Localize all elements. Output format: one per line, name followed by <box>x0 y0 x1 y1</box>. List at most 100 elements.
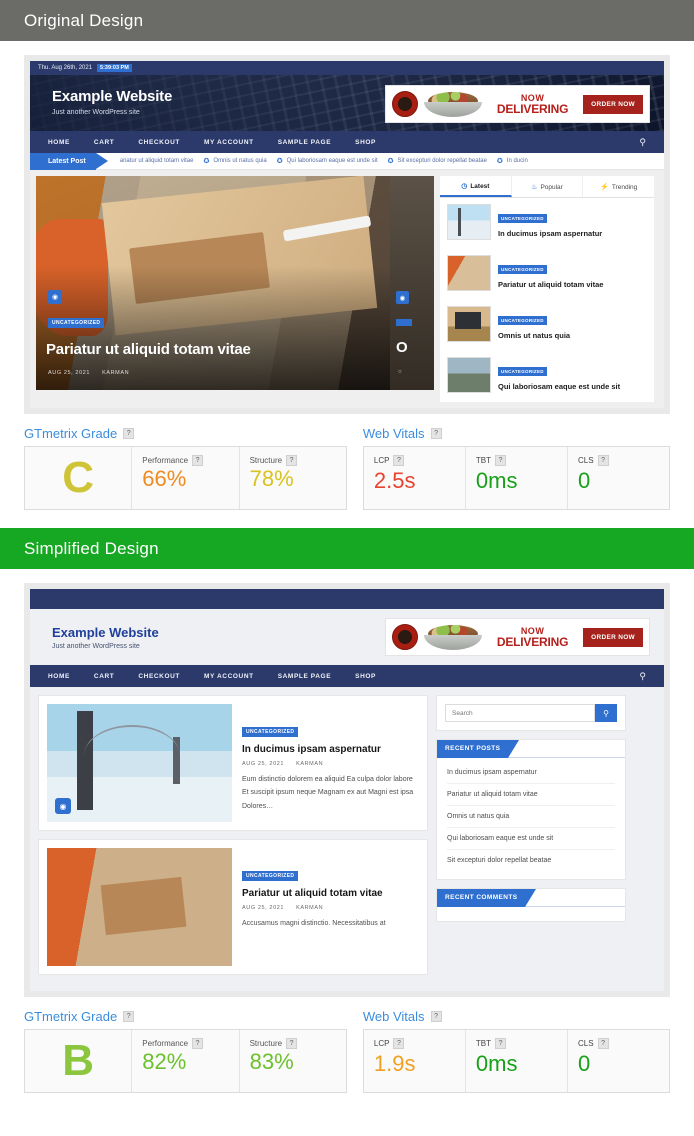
order-now-button[interactable]: ORDER NOW <box>583 94 643 114</box>
post-title[interactable]: Qui laboriosam eaque est unde sit <box>498 382 620 391</box>
camera-icon: ◉ <box>396 291 409 304</box>
post-excerpt: Eum distinctio dolorem ea aliquid Ea cul… <box>242 776 414 810</box>
help-icon[interactable]: ? <box>393 455 405 466</box>
help-icon[interactable]: ? <box>123 428 135 439</box>
list-item[interactable]: UNCATEGORIZED Qui laboriosam eaque est u… <box>440 351 654 399</box>
ticker-item-label: In ducin <box>506 158 528 164</box>
tab-popular[interactable]: ♨ Popular <box>512 176 584 197</box>
comparison-page: Original Design Thu. Aug 26th, 2021 5:39… <box>0 0 694 1136</box>
nav-item-sample-page[interactable]: SAMPLE PAGE <box>278 139 331 146</box>
help-icon[interactable]: ? <box>192 455 204 466</box>
search-icon[interactable]: ⚲ <box>639 671 646 682</box>
post-thumbnail[interactable]: ◉ <box>47 704 232 822</box>
help-icon[interactable]: ? <box>495 455 507 466</box>
post-category-badge[interactable]: UNCATEGORIZED <box>498 315 547 325</box>
list-item[interactable]: Qui laboriosam eaque est unde sit <box>447 828 615 850</box>
hero-title[interactable]: Pariatur ut aliquid totam vitae <box>46 341 251 358</box>
help-icon[interactable]: ? <box>597 455 609 466</box>
list-item[interactable]: Sit excepturi dolor repellat beatae <box>447 850 615 871</box>
featured-post-slider[interactable]: ◉ UNCATEGORIZED Pariatur ut aliquid tota… <box>36 176 434 390</box>
ticker-item[interactable]: ✪ In ducin <box>497 157 528 165</box>
list-item[interactable]: UNCATEGORIZED Pariatur ut aliquid totam … <box>440 249 654 297</box>
performance-value: 66% <box>142 466 187 491</box>
next-slide-preview[interactable]: ◉ O ○ <box>390 176 434 390</box>
post-title[interactable]: In ducimus ipsam aspernatur <box>498 229 602 238</box>
hero-category-badge[interactable]: UNCATEGORIZED <box>48 318 105 328</box>
nav-item-my-account[interactable]: MY ACCOUNT <box>204 139 254 146</box>
structure-value: 83% <box>249 1049 294 1074</box>
site-branding[interactable]: Example Website Just another WordPress s… <box>52 88 172 115</box>
current-date: Thu. Aug 26th, 2021 <box>38 65 93 71</box>
ticker-item-label: Omnis ut natus quia <box>213 158 267 164</box>
post-title[interactable]: Pariatur ut aliquid totam vitae <box>498 280 603 289</box>
recent-posts-list: In ducimus ipsam aspernatur Pariatur ut … <box>437 758 625 879</box>
original-screenshot-frame: Thu. Aug 26th, 2021 5:39:03 PM Example W… <box>24 55 670 414</box>
nav-item-cart[interactable]: CART <box>94 139 114 146</box>
help-icon[interactable]: ? <box>430 1011 442 1022</box>
help-icon[interactable]: ? <box>123 1011 135 1022</box>
post-card[interactable]: UNCATEGORIZED Pariatur ut aliquid totam … <box>38 839 428 975</box>
advertisement-banner[interactable]: NOW DELIVERING ORDER NOW <box>385 618 650 656</box>
tab-latest[interactable]: ◷ Latest <box>440 176 512 197</box>
nav-item-home[interactable]: HOME <box>48 139 70 146</box>
nav-item-shop[interactable]: SHOP <box>355 139 376 146</box>
structure-label: Structure <box>249 1039 283 1048</box>
order-now-button[interactable]: ORDER NOW <box>583 627 643 647</box>
ticker-item[interactable]: ✪ Sit excepturi dolor repellat beatae <box>388 157 487 165</box>
hero-meta: AUG 25, 2021 KARMAN <box>48 370 129 376</box>
help-icon[interactable]: ? <box>430 428 442 439</box>
tbt-label: TBT <box>475 1039 492 1048</box>
list-item[interactable]: UNCATEGORIZED Omnis ut natus quia <box>440 300 654 348</box>
help-icon[interactable]: ? <box>286 455 298 466</box>
gtmetrix-grade-label: GTmetrix Grade <box>24 426 118 441</box>
post-thumbnail[interactable] <box>47 848 232 966</box>
nav-item-checkout[interactable]: CHECKOUT <box>138 139 180 146</box>
tab-trending[interactable]: ⚡ Trending <box>583 176 654 197</box>
post-category-badge[interactable]: UNCATEGORIZED <box>498 264 547 274</box>
help-icon[interactable]: ? <box>393 1038 405 1049</box>
ticker-item[interactable]: ✪ Qui laboriosam eaque est unde sit <box>277 157 378 165</box>
post-title[interactable]: Pariatur ut aliquid totam vitae <box>242 888 419 899</box>
performance-cell: Performance ? 82% <box>132 1030 240 1092</box>
main-navigation: HOME CART CHECKOUT MY ACCOUNT SAMPLE PAG… <box>30 131 664 153</box>
latest-post-ticker: Latest Post ariatur ut aliquid totam vit… <box>30 152 664 170</box>
lcp-label: LCP <box>373 1039 390 1048</box>
help-icon[interactable]: ? <box>286 1038 298 1049</box>
post-card[interactable]: ◉ UNCATEGORIZED In ducimus ipsam asperna… <box>38 695 428 831</box>
help-icon[interactable]: ? <box>597 1038 609 1049</box>
grade-letter: B <box>62 1036 95 1085</box>
grade-letter: C <box>62 453 95 502</box>
nav-item-my-account[interactable]: MY ACCOUNT <box>204 673 254 680</box>
post-category-badge[interactable]: UNCATEGORIZED <box>242 727 299 737</box>
search-button[interactable]: ⚲ <box>595 704 617 722</box>
search-icon[interactable]: ⚲ <box>639 137 646 148</box>
nav-item-sample-page[interactable]: SAMPLE PAGE <box>278 673 331 680</box>
post-title[interactable]: Omnis ut natus quia <box>498 331 570 340</box>
list-item[interactable]: In ducimus ipsam aspernatur <box>447 762 615 784</box>
help-icon[interactable]: ? <box>495 1038 507 1049</box>
list-item[interactable]: UNCATEGORIZED In ducimus ipsam aspernatu… <box>440 198 654 246</box>
simplified-screenshot-frame: Example Website Just another WordPress s… <box>24 583 670 997</box>
post-category-badge[interactable]: UNCATEGORIZED <box>498 213 547 223</box>
ticker-item[interactable]: ariatur ut aliquid totam vitae <box>120 158 194 164</box>
search-input[interactable] <box>445 704 595 722</box>
ticker-item[interactable]: ✪ Omnis ut natus quia <box>203 157 266 165</box>
advertisement-banner[interactable]: NOW DELIVERING ORDER NOW <box>385 85 650 123</box>
original-web-vitals-block: Web Vitals ? LCP ? 2.5s TBT ? 0ms CLS ? … <box>362 426 670 510</box>
cls-cell: CLS ? 0 <box>568 447 669 509</box>
post-category-badge[interactable]: UNCATEGORIZED <box>498 366 547 376</box>
nav-item-home[interactable]: HOME <box>48 673 70 680</box>
post-title[interactable]: In ducimus ipsam aspernatur <box>242 744 419 755</box>
post-author: KARMAN <box>296 905 324 911</box>
performance-value: 82% <box>142 1049 187 1074</box>
site-title[interactable]: Example Website <box>52 625 159 640</box>
nav-item-checkout[interactable]: CHECKOUT <box>138 673 180 680</box>
widget-header: RECENT POSTS <box>437 739 625 758</box>
site-masthead: Example Website Just another WordPress s… <box>30 75 664 131</box>
list-item[interactable]: Omnis ut natus quia <box>447 806 615 828</box>
nav-item-cart[interactable]: CART <box>94 673 114 680</box>
list-item[interactable]: Pariatur ut aliquid totam vitae <box>447 784 615 806</box>
post-category-badge[interactable]: UNCATEGORIZED <box>242 871 299 881</box>
nav-item-shop[interactable]: SHOP <box>355 673 376 680</box>
help-icon[interactable]: ? <box>192 1038 204 1049</box>
